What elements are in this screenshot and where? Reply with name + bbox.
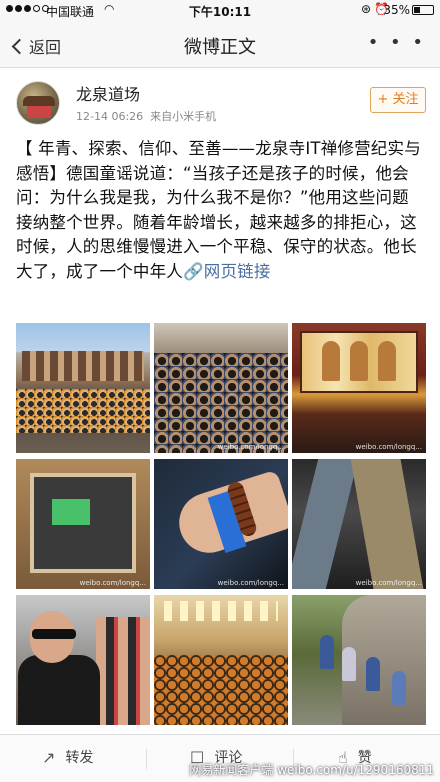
photo-grid: weibo.com/longq... weibo.com/longq... we… <box>16 323 426 725</box>
orientation-lock-icon: ⊛ <box>360 2 375 16</box>
photo-watermark: weibo.com/longq... <box>355 443 422 451</box>
post-text: 【 年青、探索、信仰、至善——龙泉寺IT禅修营纪实与感悟】德国童谣说道：“当孩子… <box>16 137 424 284</box>
photo-mountain-hike[interactable] <box>292 595 426 725</box>
photo-wristband[interactable]: weibo.com/longq... <box>154 459 288 589</box>
photo-lecture-room[interactable]: weibo.com/longq... <box>16 459 150 589</box>
repost-label: 转发 <box>65 750 94 766</box>
link-icon: 🔗 <box>183 261 204 281</box>
photo-watermark: weibo.com/longq... <box>217 443 284 451</box>
navigation-bar: 返回 微博正文 • • • <box>0 22 440 68</box>
divider <box>146 749 147 769</box>
post-meta: 12-14 06:26 来自小米手机 <box>76 108 216 124</box>
more-options-button[interactable]: • • • <box>368 32 426 53</box>
photo-blindfold-activity[interactable] <box>16 595 150 725</box>
weibo-post: 龙泉道场 12-14 06:26 来自小米手机 + 关注 【 年青、探索、信仰、… <box>0 69 440 729</box>
photo-audience[interactable]: weibo.com/longq... <box>154 323 288 453</box>
watermark-right: weibo.com/u/1290160811 <box>277 763 434 777</box>
photo-watermark: weibo.com/longq... <box>79 579 146 587</box>
avatar[interactable] <box>16 81 60 125</box>
photo-group-temple[interactable] <box>16 323 150 453</box>
username[interactable]: 龙泉道场 <box>76 81 140 105</box>
photo-watermark: weibo.com/longq... <box>355 579 422 587</box>
post-date: 12-14 06:26 <box>76 110 144 123</box>
photo-watermark: weibo.com/longq... <box>217 579 284 587</box>
repost-icon: ↗ <box>42 747 56 767</box>
image-watermark: 网易新闻客户端 weibo.com/u/1290160811 <box>189 761 434 778</box>
status-bar: 中国联通 ◠ 下午10:11 ⊛⏰ 35% <box>0 0 440 22</box>
post-body: 【 年青、探索、信仰、至善——龙泉寺IT禅修营纪实与感悟】德国童谣说道：“当孩子… <box>16 139 421 281</box>
watermark-left: 网易新闻客户端 <box>189 763 274 777</box>
photo-legs-sitting[interactable]: weibo.com/longq... <box>292 459 426 589</box>
action-bar: ↗ 转发 ☐ 评论 ☝ 赞 网易新闻客户端 weibo.com/u/129016… <box>0 734 440 782</box>
web-link[interactable]: 🔗网页链接 <box>183 262 271 281</box>
battery-percent: 35% <box>383 3 410 17</box>
follow-button[interactable]: + 关注 <box>370 87 426 113</box>
battery-icon <box>412 5 434 15</box>
photo-meditation-hall[interactable] <box>154 595 288 725</box>
web-link-label: 网页链接 <box>203 261 271 281</box>
repost-button[interactable]: ↗ 转发 <box>42 747 93 767</box>
photo-buddha-hall[interactable]: weibo.com/longq... <box>292 323 426 453</box>
post-source: 来自小米手机 <box>150 110 217 123</box>
